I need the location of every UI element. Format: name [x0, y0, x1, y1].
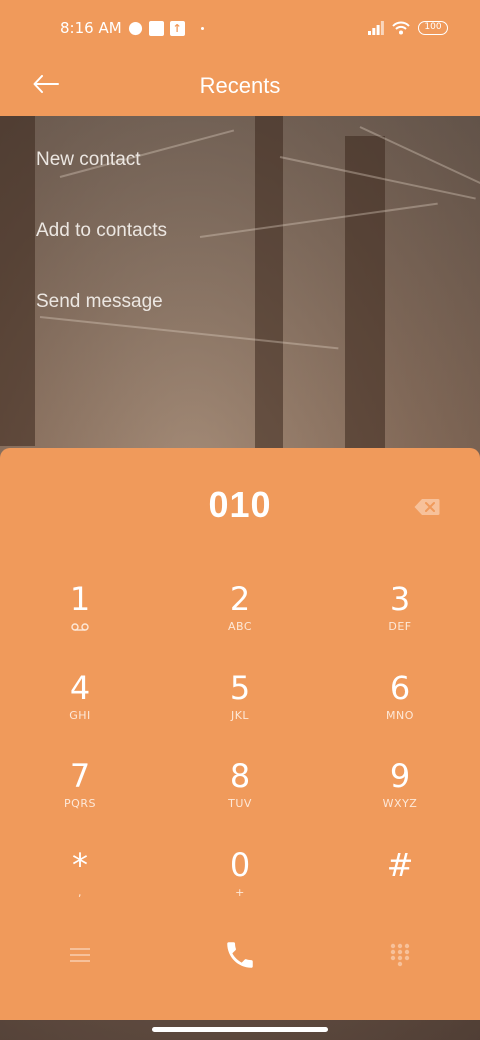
arrow-left-icon [33, 75, 59, 93]
key-6[interactable]: 6 MNO [320, 665, 480, 754]
key-hash[interactable]: # [320, 842, 480, 931]
call-button[interactable] [160, 938, 320, 972]
key-7[interactable]: 7 PQRS [0, 753, 160, 842]
menu-item-new-contact[interactable]: New contact [0, 116, 480, 187]
key-letters: GHI [69, 708, 91, 722]
dialer-panel: 010 1 2 ABC 3 DEF 4 GHI 5 JKL 6 MNO 7 PQ… [0, 448, 480, 1020]
key-letters: , [78, 885, 82, 899]
key-digit: 3 [389, 580, 411, 618]
keypad-toggle-button[interactable] [320, 943, 480, 967]
key-star[interactable]: * , [0, 842, 160, 931]
menu-item-add-to-contacts[interactable]: Add to contacts [0, 187, 480, 258]
key-2[interactable]: 2 ABC [160, 576, 320, 665]
key-4[interactable]: 4 GHI [0, 665, 160, 754]
key-letters: WXYZ [382, 797, 418, 810]
key-letters: MNO [386, 708, 414, 722]
dialed-number: 010 [208, 484, 272, 525]
key-digit: 1 [69, 580, 91, 618]
key-digit: 2 [229, 580, 251, 618]
menu-icon [70, 948, 90, 962]
battery-icon: 100 [418, 21, 448, 35]
key-letters: JKL [230, 708, 250, 722]
key-digit: # [386, 845, 414, 884]
wifi-icon [392, 21, 410, 35]
status-time: 8:16 AM [60, 19, 122, 37]
dot-icon [200, 26, 204, 30]
dialer-actions [0, 932, 480, 978]
status-left: 8:16 AM ↑ [60, 19, 204, 37]
key-digit: 9 [389, 757, 411, 795]
keypad-icon [390, 943, 410, 967]
key-digit: 7 [69, 757, 91, 795]
upload-icon: ↑ [169, 20, 185, 36]
app-bar: Recents [0, 56, 480, 116]
square-notification-icon [148, 20, 164, 36]
moon-icon [128, 21, 143, 36]
key-digit: 4 [69, 668, 91, 707]
key-0[interactable]: 0 + [160, 842, 320, 931]
key-letters: TUV [228, 797, 252, 810]
menu-item-send-message[interactable]: Send message [0, 258, 480, 329]
context-menu: New contact Add to contacts Send message [0, 116, 480, 329]
key-3[interactable]: 3 DEF [320, 576, 480, 665]
key-digit: 0 [229, 845, 251, 884]
key-letters: ABC [227, 620, 253, 633]
backspace-button[interactable] [414, 498, 440, 516]
key-digit: 5 [229, 668, 251, 707]
backspace-icon [414, 499, 440, 515]
key-letters: DEF [388, 620, 412, 633]
voicemail-icon [71, 623, 89, 631]
signal-icon [368, 21, 384, 35]
key-1[interactable]: 1 [0, 576, 160, 665]
key-5[interactable]: 5 JKL [160, 665, 320, 754]
phone-call-icon [227, 942, 253, 968]
home-indicator[interactable] [152, 1027, 328, 1032]
keypad: 1 2 ABC 3 DEF 4 GHI 5 JKL 6 MNO 7 PQRS 8… [0, 576, 480, 930]
key-digit: 6 [389, 668, 411, 707]
status-right: 100 [368, 21, 448, 35]
key-digit: 8 [229, 757, 251, 795]
menu-button[interactable] [0, 947, 160, 963]
key-digit: * [72, 845, 88, 884]
key-letters: PQRS [64, 797, 96, 810]
status-bar: 8:16 AM ↑ 100 [0, 0, 480, 56]
back-button[interactable] [30, 68, 62, 100]
key-8[interactable]: 8 TUV [160, 753, 320, 842]
page-title: Recents [199, 73, 281, 98]
key-letters: + [235, 885, 245, 899]
key-9[interactable]: 9 WXYZ [320, 753, 480, 842]
